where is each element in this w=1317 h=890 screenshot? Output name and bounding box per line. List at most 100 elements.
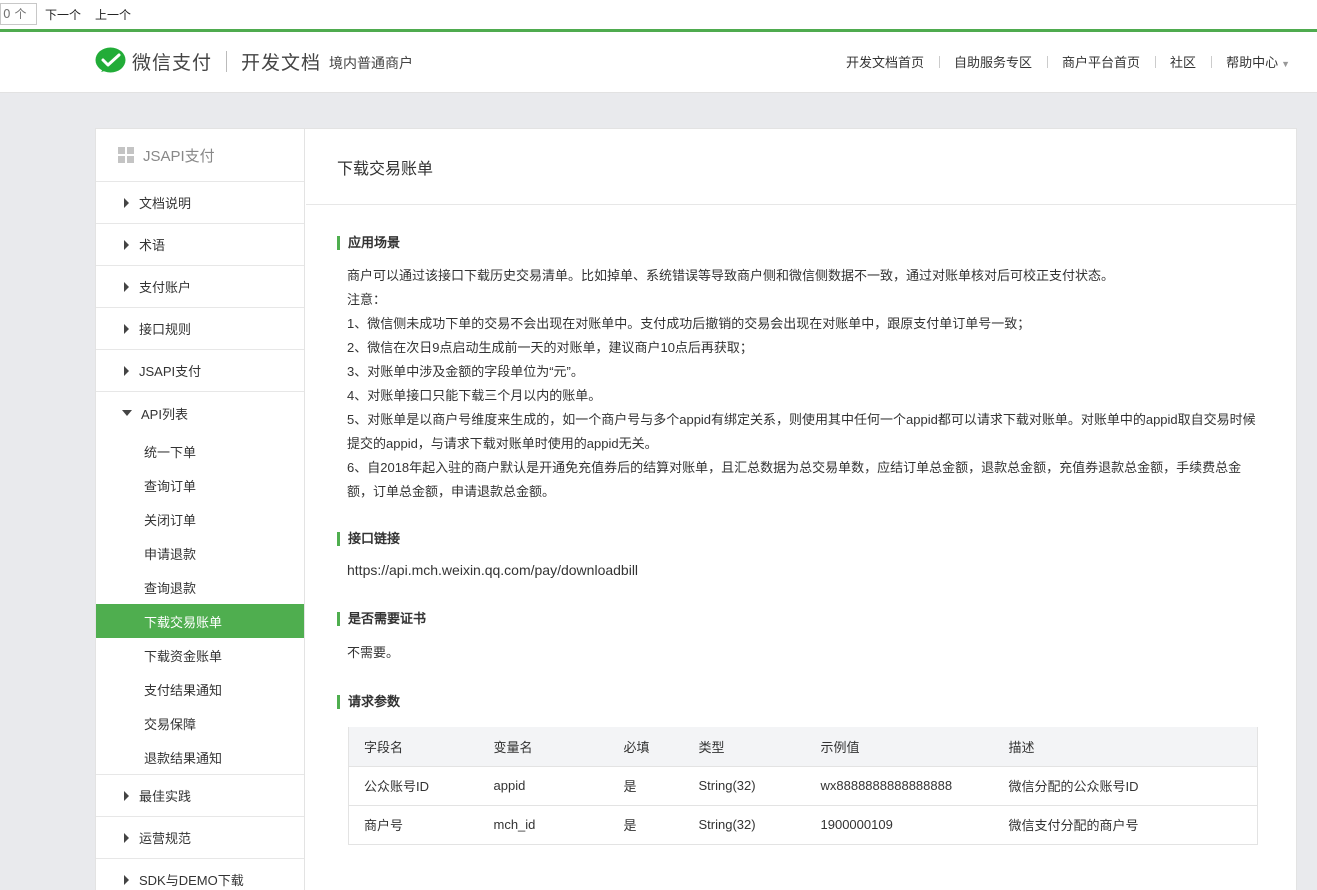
main-content: 下载交易账单 应用场景 商户可以通过该接口下载历史交易清单。比如掉单、系统错误等… bbox=[306, 129, 1296, 890]
find-bar: 下一个 上一个 bbox=[0, 0, 1317, 29]
sidebar-sub-item-active[interactable]: 下载交易账单 bbox=[96, 604, 304, 638]
sidebar-header: JSAPI支付 bbox=[96, 129, 304, 182]
nav-docs-home[interactable]: 开发文档首页 bbox=[831, 52, 939, 71]
sidebar-item-label: 运营规范 bbox=[139, 831, 192, 846]
table-row: 商户号 mch_id 是 String(32) 1900000109 微信支付分… bbox=[348, 805, 1258, 845]
table-cell: 是 bbox=[608, 766, 684, 806]
sidebar-item-label: 最佳实践 bbox=[139, 789, 192, 804]
col-header: 类型 bbox=[683, 727, 806, 767]
sidebar-item-operation[interactable]: 运营规范 bbox=[96, 817, 304, 859]
table-cell: String(32) bbox=[683, 805, 806, 845]
cert-value: 不需要。 bbox=[347, 645, 400, 660]
brand-divider bbox=[226, 50, 228, 72]
sidebar-item-label: JSAPI支付 bbox=[139, 364, 202, 379]
scene-line: 6、自2018年起入驻的商户默认是开通免充值券后的结算对账单，且汇总数据为总交易… bbox=[347, 460, 1242, 499]
find-next-button[interactable]: 下一个 bbox=[45, 6, 81, 23]
sidebar-sub-item[interactable]: 关闭订单 bbox=[96, 502, 304, 536]
section-heading-params: 请求参数 bbox=[337, 695, 1256, 709]
caret-right-icon bbox=[124, 197, 129, 208]
sidebar-item-rules[interactable]: 接口规则 bbox=[96, 308, 304, 350]
sidebar-sub-item[interactable]: 查询退款 bbox=[96, 570, 304, 604]
api-url: https://api.mch.weixin.qq.com/pay/downlo… bbox=[347, 562, 639, 578]
scene-line: 1、微信侧未成功下单的交易不会出现在对账单中。支付成功后撤销的交易会出现在对账单… bbox=[347, 316, 1031, 331]
scene-line: 3、对账单中涉及金额的字段单位为“元”。 bbox=[347, 364, 584, 379]
table-cell: 是 bbox=[608, 805, 684, 845]
params-table: 字段名 变量名 必填 类型 示例值 描述 公众账号ID appid 是 Stri… bbox=[348, 727, 1258, 845]
caret-right-icon bbox=[124, 874, 129, 885]
caret-right-icon bbox=[124, 323, 129, 334]
sidebar-item-terms[interactable]: 术语 bbox=[96, 224, 304, 266]
col-header: 描述 bbox=[993, 727, 1258, 767]
nav-community[interactable]: 社区 bbox=[1155, 52, 1211, 71]
sidebar-sub-item[interactable]: 支付结果通知 bbox=[96, 672, 304, 706]
sidebar-item-account[interactable]: 支付账户 bbox=[96, 266, 304, 308]
col-header: 变量名 bbox=[478, 727, 609, 767]
sidebar-sub-item[interactable]: 申请退款 bbox=[96, 536, 304, 570]
table-row: 公众账号ID appid 是 String(32) wx888888888888… bbox=[348, 766, 1258, 806]
sidebar-item-sdk-demo[interactable]: SDK与DEMO下载 bbox=[96, 859, 304, 890]
caret-right-icon bbox=[124, 832, 129, 843]
grid-icon bbox=[118, 147, 134, 163]
sidebar-item-label: SDK与DEMO下载 bbox=[139, 873, 244, 888]
section-heading-link: 接口链接 bbox=[337, 532, 1256, 546]
sidebar-sub-item[interactable]: 退款结果通知 bbox=[96, 740, 304, 774]
top-nav: 开发文档首页 自助服务专区 商户平台首页 社区 帮助中心 ▼ bbox=[831, 52, 1290, 71]
scene-line: 商户可以通过该接口下载历史交易清单。比如掉单、系统错误等导致商户侧和微信侧数据不… bbox=[347, 268, 1115, 283]
sidebar-item-doc-intro[interactable]: 文档说明 bbox=[96, 182, 304, 224]
sidebar-sub-item[interactable]: 下载资金账单 bbox=[96, 638, 304, 672]
main-container: JSAPI支付 文档说明 术语 支付账户 接口规则 JSAPI支付 API列表 … bbox=[95, 128, 1297, 890]
sidebar-item-label: 支付账户 bbox=[139, 280, 192, 295]
col-header: 示例值 bbox=[805, 727, 994, 767]
sidebar-item-label: 术语 bbox=[139, 238, 166, 253]
sidebar-item-api-list[interactable]: API列表 bbox=[96, 392, 304, 434]
table-cell: mch_id bbox=[478, 805, 609, 845]
sidebar-item-label: API列表 bbox=[141, 406, 188, 422]
sidebar-item-label: 文档说明 bbox=[139, 196, 192, 211]
table-cell: 公众账号ID bbox=[348, 766, 479, 806]
site-header: 微信支付 开发文档 境内普通商户 开发文档首页 自助服务专区 商户平台首页 社区… bbox=[0, 32, 1317, 93]
find-count-input[interactable] bbox=[0, 3, 37, 25]
scene-paragraph: 商户可以通过该接口下载历史交易清单。比如掉单、系统错误等导致商户侧和微信侧数据不… bbox=[337, 264, 1256, 504]
sidebar-sub-item[interactable]: 统一下单 bbox=[96, 434, 304, 468]
col-header: 必填 bbox=[608, 727, 684, 767]
page-title: 下载交易账单 bbox=[306, 129, 1296, 205]
brand[interactable]: 微信支付 开发文档 境内普通商户 bbox=[95, 46, 413, 76]
nav-self-service[interactable]: 自助服务专区 bbox=[939, 52, 1047, 71]
sidebar-item-jsapi[interactable]: JSAPI支付 bbox=[96, 350, 304, 392]
sidebar: JSAPI支付 文档说明 术语 支付账户 接口规则 JSAPI支付 API列表 … bbox=[96, 129, 305, 890]
scene-line: 2、微信在次日9点启动生成前一天的对账单，建议商户10点后再获取； bbox=[347, 340, 753, 355]
sidebar-item-best-practice[interactable]: 最佳实践 bbox=[96, 775, 304, 817]
nav-merchant-home[interactable]: 商户平台首页 bbox=[1047, 52, 1155, 71]
table-cell: 微信支付分配的商户号 bbox=[993, 805, 1258, 845]
sidebar-sub-item[interactable]: 交易保障 bbox=[96, 706, 304, 740]
table-cell: 微信分配的公众账号ID bbox=[993, 766, 1258, 806]
caret-right-icon bbox=[124, 239, 129, 250]
scene-line: 5、对账单是以商户号维度来生成的，如一个商户号与多个appid有绑定关系，则使用… bbox=[347, 412, 1256, 451]
content-body: 应用场景 商户可以通过该接口下载历史交易清单。比如掉单、系统错误等导致商户侧和微… bbox=[306, 236, 1296, 845]
table-cell: 1900000109 bbox=[805, 805, 994, 845]
brand-doc-title: 开发文档 bbox=[241, 52, 322, 74]
scene-line: 4、对账单接口只能下载三个月以内的账单。 bbox=[347, 388, 602, 403]
caret-right-icon bbox=[124, 790, 129, 801]
section-heading-cert: 是否需要证书 bbox=[337, 612, 1256, 626]
sidebar-sub-item[interactable]: 查询订单 bbox=[96, 468, 304, 502]
col-header: 字段名 bbox=[348, 727, 479, 767]
sidebar-item-label: 接口规则 bbox=[139, 322, 192, 337]
section-heading-scene: 应用场景 bbox=[337, 236, 1256, 250]
caret-right-icon bbox=[124, 365, 129, 376]
table-cell: 商户号 bbox=[348, 805, 479, 845]
table-cell: appid bbox=[478, 766, 609, 806]
scene-line: 注意： bbox=[347, 292, 387, 307]
caret-down-icon bbox=[122, 410, 132, 416]
table-cell: String(32) bbox=[683, 766, 806, 806]
nav-help-center[interactable]: 帮助中心 ▼ bbox=[1211, 52, 1290, 71]
nav-help-label: 帮助中心 bbox=[1226, 55, 1279, 70]
caret-right-icon bbox=[124, 281, 129, 292]
sidebar-title: JSAPI支付 bbox=[143, 147, 215, 165]
find-prev-button[interactable]: 上一个 bbox=[95, 6, 131, 23]
table-header-row: 字段名 变量名 必填 类型 示例值 描述 bbox=[348, 727, 1258, 767]
sidebar-group-api-list: API列表 统一下单 查询订单 关闭订单 申请退款 查询退款 下载交易账单 下载… bbox=[96, 392, 304, 775]
wechat-pay-logo-icon bbox=[95, 47, 126, 73]
brand-subtitle: 境内普通商户 bbox=[329, 54, 414, 71]
brand-name: 微信支付 bbox=[132, 52, 213, 74]
